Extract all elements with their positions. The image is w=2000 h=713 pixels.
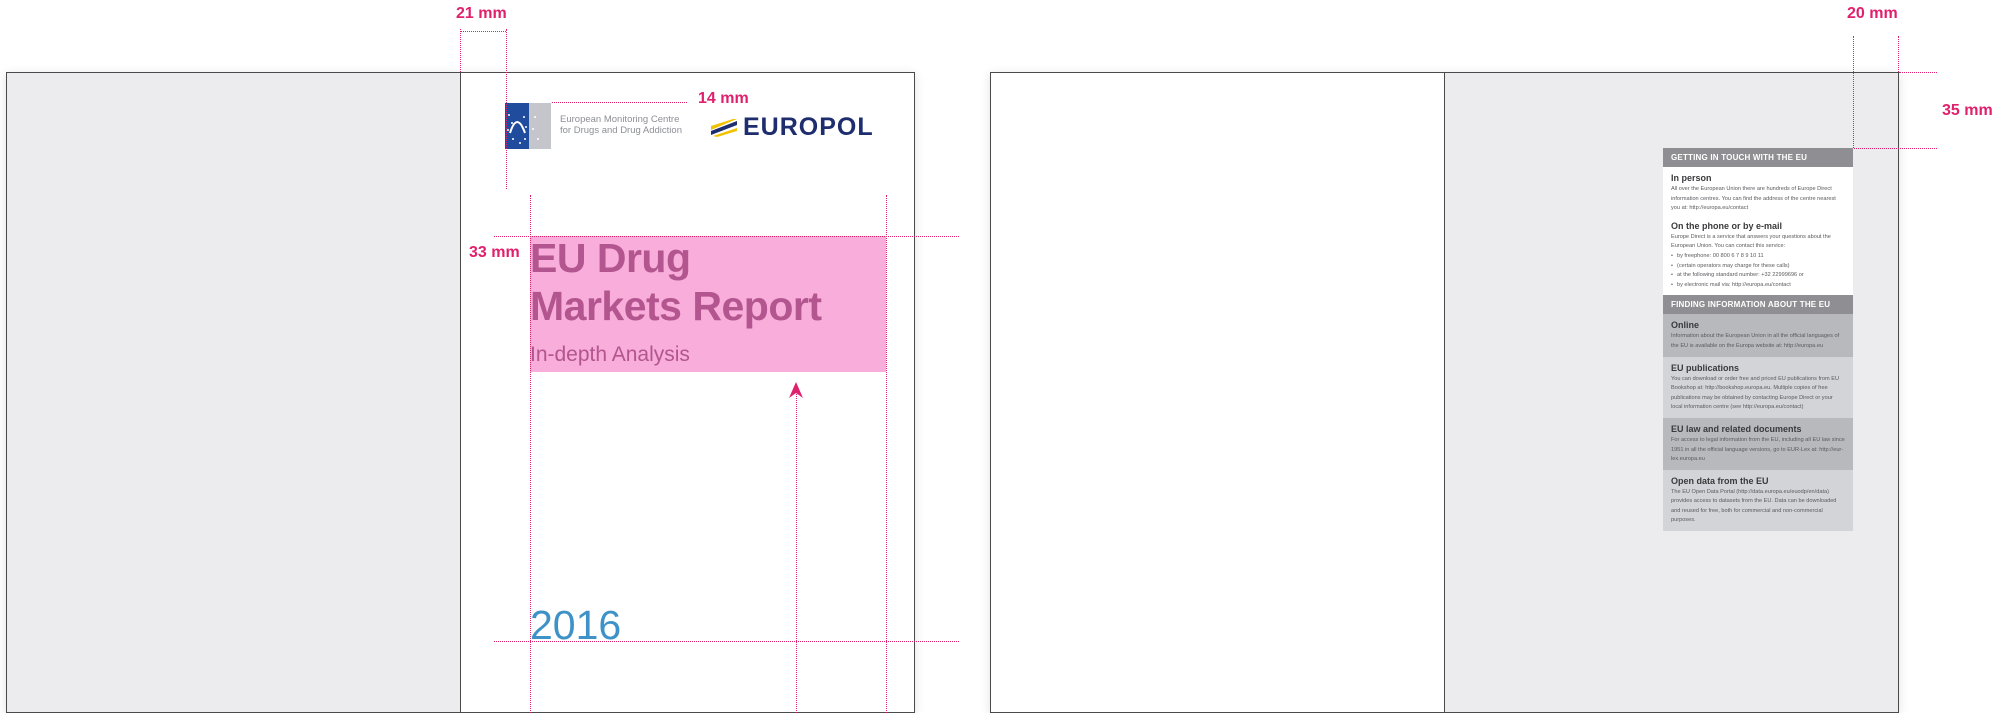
right-margin-label: 20 mm [1847,5,1898,22]
title-height-guide [796,390,797,713]
list-item: by freephone: 00 800 6 7 8 9 10 11 [1671,252,1845,262]
open-data-text: The EU Open Data Portal (http://data.eur… [1671,488,1837,524]
law-text: For access to legal information from the… [1671,436,1845,463]
list-item: (certain operators may charge for these … [1671,262,1845,272]
online-section: Online Information about the European Un… [1663,314,1853,357]
emcdda-name-line1: European Monitoring Centre [560,114,680,125]
europol-flag-icon [711,118,737,137]
arrow-up-icon [789,382,803,398]
right-margin-guide-outer [1898,36,1899,72]
in-person-text: All over the European Union there are hu… [1671,186,1836,212]
eu-info-box: GETTING IN TOUCH WITH THE EU In person A… [1663,148,1853,532]
logo-gap-guide [552,102,687,103]
right-margin-guide-inner [1853,36,1854,148]
left-margin-label: 21 mm [456,5,507,22]
title-top-label: 33 mm [469,244,520,261]
phone-list: by freephone: 00 800 6 7 8 9 10 11 (cert… [1671,252,1845,290]
europol-logo: EUROPOL [711,113,874,142]
online-title: Online [1671,320,1700,331]
front-cover-page [460,72,915,713]
open-data-title: Open data from the EU [1671,475,1769,486]
report-title-line2: Markets Report [530,283,822,329]
in-person-section: In person All over the European Union th… [1663,167,1853,219]
europol-wordmark: EUROPOL [743,113,874,141]
law-section: EU law and related documents For access … [1663,417,1853,470]
text-left-guide [530,195,531,713]
publications-title: EU publications [1671,362,1740,373]
law-title: EU law and related documents [1671,423,1802,434]
right-top-guide-outer [1899,72,1937,73]
emcdda-logo [505,103,551,149]
year-baseline-guide [494,641,959,642]
report-subtitle: In-depth Analysis [530,343,690,366]
right-top-label: 35 mm [1942,102,1993,119]
logo-gap-label: 14 mm [698,90,749,107]
inside-page [990,72,1445,713]
list-item: by electronic mail via: http://europa.eu… [1671,281,1845,291]
report-title: EU Drug Markets Report [530,234,822,330]
emcdda-name-line2: for Drugs and Drug Addiction [560,125,682,136]
phone-title: On the phone or by e-mail [1671,220,1783,231]
left-margin-dimension-line [460,31,506,32]
emcdda-dots-icon [532,116,539,140]
online-text: Information about the European Union in … [1671,333,1840,349]
getting-in-touch-header: GETTING IN TOUCH WITH THE EU [1663,148,1853,167]
report-title-line1: EU Drug [530,235,691,281]
left-margin-guide-inner [506,29,507,189]
open-data-section: Open data from the EU The EU Open Data P… [1663,469,1853,532]
publications-text: You can download or order free and price… [1671,375,1840,411]
text-right-guide [886,195,887,713]
emcdda-stars-icon [507,114,527,144]
left-back-flap [6,72,461,713]
phone-text: Europe Direct is a service that answers … [1671,233,1831,250]
list-item: at the following standard number: +32 22… [1671,271,1845,281]
title-top-guide [494,236,959,237]
phone-section: On the phone or by e-mail Europe Direct … [1663,218,1853,296]
publications-section: EU publications You can download or orde… [1663,356,1853,418]
emcdda-name: European Monitoring Centre for Drugs and… [560,114,682,136]
left-margin-guide-outer [460,29,461,72]
finding-info-header: FINDING INFORMATION ABOUT THE EU [1663,295,1853,315]
emcdda-logo-gray [529,103,551,149]
in-person-title: In person [1671,173,1712,183]
emcdda-logo-blue [505,103,529,149]
